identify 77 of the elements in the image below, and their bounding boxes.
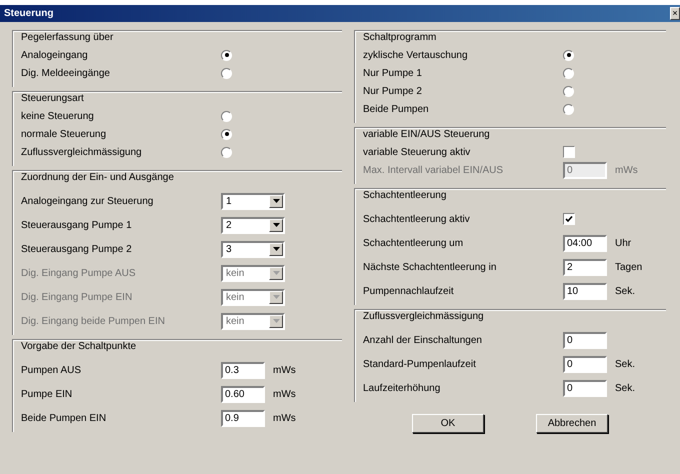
field-label: Laufzeiterhöhung [363, 382, 442, 394]
field-label: Steuerausgang Pumpe 1 [21, 220, 133, 230]
dropdown-value: 2 [225, 220, 232, 230]
dropdown-value: kein [225, 268, 244, 278]
field-label: keine Steuerung [21, 110, 95, 122]
field-label: Standard-Pumpenlaufzeit [363, 358, 477, 370]
field-label: Analogeingang [21, 50, 89, 60]
field-label: Steuerausgang Pumpe 2 [21, 244, 133, 254]
group-title: Schachtentleerung [363, 190, 448, 201]
dropdown[interactable]: 2 [221, 216, 285, 234]
field-label: Schachtentleerung aktiv [363, 214, 471, 224]
field-label: Pumpen AUS [21, 364, 82, 376]
group-title: Steuerungsart [21, 93, 85, 104]
field-label: Pumpennachlaufzeit [363, 286, 455, 296]
field-label: variable Steuerung aktiv [363, 146, 472, 158]
field-label: Schachtentleerung um [363, 238, 464, 248]
dialog-button[interactable]: Abbrechen [536, 414, 608, 433]
unit-label: mWs [273, 364, 296, 376]
field-label: Nur Pumpe 2 [363, 86, 423, 96]
input-field[interactable]: 0 [563, 380, 607, 396]
unit-label: mWs [273, 412, 296, 424]
group-title: Pegelerfassung über [21, 32, 114, 43]
field-label: Dig. Eingang Pumpe AUS [21, 268, 137, 278]
field-label: Dig. Eingang Pumpe EIN [21, 292, 134, 302]
field-label: Nur Pumpe 1 [363, 68, 423, 78]
dropdown-value: kein [225, 316, 244, 326]
radio-button[interactable] [563, 86, 574, 96]
input-field[interactable]: 0.3 [221, 362, 265, 378]
unit-label: Tagen [615, 262, 642, 272]
group-title: Vorgabe der Schaltpunkte [21, 341, 138, 352]
field-label: Beide Pumpen EIN [21, 412, 108, 424]
input-field[interactable]: 0.60 [221, 386, 265, 402]
radio-button[interactable] [563, 104, 574, 114]
radio-button[interactable] [563, 50, 574, 60]
checkbox[interactable] [563, 213, 575, 225]
field-label: Nächste Schachtentleerung in [363, 262, 498, 272]
group-title: Schaltprogramm [363, 32, 438, 43]
field-label: Pumpe EIN [21, 388, 74, 400]
input-field[interactable]: 04:00 [563, 234, 607, 252]
dropdown-value: 1 [225, 196, 232, 206]
radio-button[interactable] [221, 128, 232, 140]
window-title: Steuerung [4, 8, 54, 19]
unit-label: mWs [273, 388, 296, 400]
input-field[interactable]: 0 [563, 332, 607, 348]
radio-button[interactable] [221, 68, 232, 78]
field-label: Zuflussvergleichmässigung [21, 146, 143, 158]
field-label: Max. Intervall variabel EIN/AUS [363, 164, 504, 176]
unit-label: Sek. [615, 286, 636, 296]
dropdown[interactable]: 3 [221, 240, 285, 258]
group-title: Zuordnung der Ein- und Ausgänge [21, 172, 175, 183]
radio-button[interactable] [221, 110, 232, 122]
field-label: zyklische Vertauschung [363, 50, 469, 60]
unit-label: Sek. [615, 382, 636, 394]
unit-label: Sek. [615, 358, 636, 370]
radio-button[interactable] [563, 68, 574, 78]
checkbox[interactable] [563, 146, 575, 158]
radio-button[interactable] [221, 146, 232, 158]
dialog-button[interactable]: OK [412, 414, 484, 433]
field-label: normale Steuerung [21, 128, 108, 140]
input-field[interactable]: 0 [563, 356, 607, 372]
input-field[interactable]: 2 [563, 258, 607, 276]
unit-label: mWs [615, 164, 638, 176]
dropdown-value: kein [225, 292, 244, 302]
field-label: Dig. Meldeeingänge [21, 68, 111, 78]
group-title: Zuflussvergleichmässigung [363, 311, 485, 322]
input-field[interactable]: 10 [563, 282, 607, 300]
dropdown[interactable]: 1 [221, 192, 285, 210]
field-label: Analogeingang zur Steuerung [21, 196, 154, 206]
group-title: variable EIN/AUS Steuerung [363, 129, 491, 140]
dropdown-value: 3 [225, 244, 232, 254]
field-label: Dig. Eingang beide Pumpen EIN [21, 316, 166, 326]
radio-button[interactable] [221, 50, 232, 60]
unit-label: Uhr [615, 238, 632, 248]
field-label: Beide Pumpen [363, 104, 430, 114]
input-field[interactable]: 0.9 [221, 410, 265, 426]
close-button[interactable]: × [670, 7, 680, 20]
field-label: Anzahl der Einschaltungen [363, 334, 483, 346]
